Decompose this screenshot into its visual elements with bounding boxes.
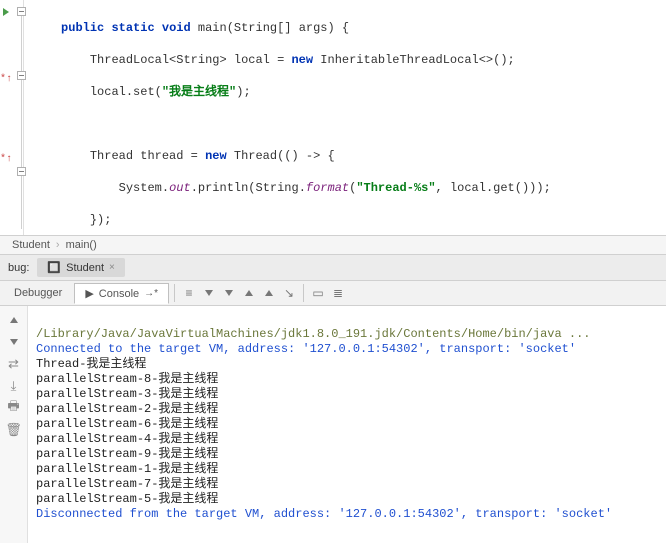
run-gutter: *↑ *↑	[0, 0, 13, 235]
breadcrumb[interactable]: Student › main()	[0, 235, 666, 255]
separator	[303, 284, 304, 302]
step-out-icon[interactable]	[240, 284, 258, 302]
print-icon[interactable]: 🖶	[6, 400, 22, 416]
console-action-gutter: ⇄ ⤓ 🖶 🗑	[0, 306, 28, 543]
console-line: parallelStream-4-我是主线程	[36, 432, 218, 446]
console-line: Connected to the target VM, address: '12…	[36, 342, 576, 356]
fold-gutter	[13, 0, 24, 235]
debug-panel-header: bug: 🔲 Student ×	[0, 255, 666, 281]
separator	[174, 284, 175, 302]
fold-minus-icon[interactable]	[17, 71, 26, 80]
code-editor[interactable]: public static void main(String[] args) {…	[24, 0, 666, 235]
console-line: parallelStream-7-我是主线程	[36, 477, 218, 491]
run-config-tab[interactable]: 🔲 Student ×	[37, 258, 124, 277]
console-line: parallelStream-5-我是主线程	[36, 492, 218, 506]
modified-marker-icon: *↑	[0, 72, 12, 88]
modified-marker-icon: *↑	[0, 152, 12, 168]
console-line: Thread-我是主线程	[36, 357, 146, 371]
bug-icon: 🔲	[47, 261, 61, 274]
evaluate-icon[interactable]: ▭	[309, 284, 327, 302]
editor-area: *↑ *↑ public static void main(String[] a…	[0, 0, 666, 235]
breadcrumb-method[interactable]: main()	[66, 239, 97, 251]
chevron-right-icon: ›	[56, 239, 60, 251]
step-over-icon[interactable]: ≡	[180, 284, 198, 302]
step-into-icon[interactable]	[200, 284, 218, 302]
trace-icon[interactable]: ≣	[329, 284, 347, 302]
debugger-toolbar: Debugger ▶ Console →* ≡ ↘ ▭ ≣	[0, 281, 666, 306]
console-line: parallelStream-1-我是主线程	[36, 462, 218, 476]
clear-all-icon[interactable]: 🗑	[6, 422, 22, 438]
console-line: parallelStream-2-我是主线程	[36, 402, 218, 416]
console-right-icon: ▶	[85, 287, 93, 300]
console-area: ⇄ ⤓ 🖶 🗑 /Library/Java/JavaVirtualMachine…	[0, 306, 666, 543]
drop-frame-icon[interactable]	[260, 284, 278, 302]
breadcrumb-class[interactable]: Student	[12, 239, 50, 251]
tab-debugger[interactable]: Debugger	[4, 284, 72, 302]
tab-console[interactable]: ▶ Console →*	[74, 283, 169, 304]
scroll-to-end-icon[interactable]: ⤓	[6, 378, 22, 394]
force-step-into-icon[interactable]	[220, 284, 238, 302]
console-line: Disconnected from the target VM, address…	[36, 507, 612, 521]
attach-icon: →*	[144, 288, 158, 299]
console-line: parallelStream-9-我是主线程	[36, 447, 218, 461]
console-line: parallelStream-3-我是主线程	[36, 387, 218, 401]
fold-minus-icon[interactable]	[17, 7, 26, 16]
run-config-name: Student	[66, 262, 104, 274]
run-icon[interactable]	[0, 8, 12, 24]
scroll-up-icon[interactable]	[6, 312, 22, 328]
console-line: /Library/Java/JavaVirtualMachines/jdk1.8…	[36, 327, 591, 341]
fold-minus-icon[interactable]	[17, 167, 26, 176]
console-line: parallelStream-8-我是主线程	[36, 372, 218, 386]
scroll-down-icon[interactable]	[6, 334, 22, 350]
soft-wrap-icon[interactable]: ⇄	[6, 356, 22, 372]
console-line: parallelStream-6-我是主线程	[36, 417, 218, 431]
console-output[interactable]: /Library/Java/JavaVirtualMachines/jdk1.8…	[28, 306, 666, 543]
close-icon[interactable]: ×	[109, 262, 115, 273]
run-to-cursor-icon[interactable]: ↘	[280, 284, 298, 302]
debug-label: bug:	[8, 262, 29, 274]
